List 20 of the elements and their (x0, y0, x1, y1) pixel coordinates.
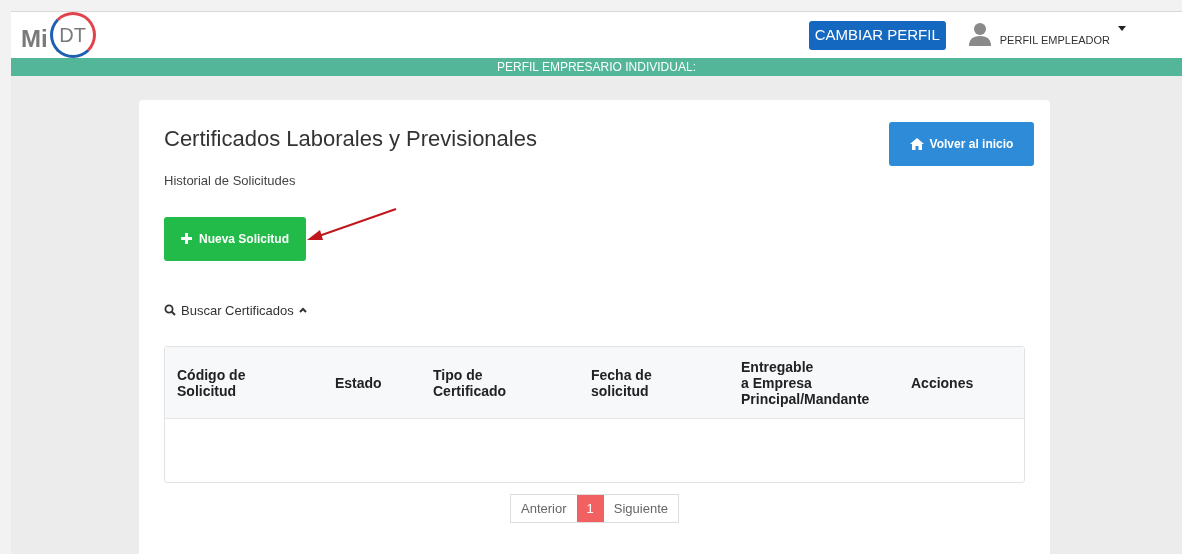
profile-banner: PERFIL EMPRESARIO INDIVIDUAL: (11, 58, 1182, 76)
column-header: Código de Solicitud (177, 366, 247, 399)
page-subtitle: Historial de Solicitudes (164, 172, 297, 190)
column-header: Entregable a Empresa Principal/Mandante (741, 358, 871, 407)
page-title: Certificados Laborales y Previsionales (164, 125, 537, 153)
home-icon (909, 138, 924, 150)
plus-icon (181, 233, 192, 244)
caret-icon (1118, 25, 1126, 31)
change-profile-button[interactable]: CAMBIAR PERFIL (808, 20, 946, 50)
column-header: Estado (335, 374, 383, 391)
column-header: Tipo de Certificado (433, 366, 508, 399)
logo-text: Mi (21, 24, 48, 54)
user-icon (967, 21, 992, 46)
pagination-button[interactable]: 1 (576, 495, 604, 522)
user-menu[interactable]: PERFIL EMPLEADOR (967, 21, 1126, 49)
search-toggle[interactable]: Buscar Certificados (164, 300, 307, 320)
search-icon (164, 304, 176, 317)
home-button[interactable]: Volver al inicio (889, 122, 1034, 166)
column-header: Fecha de solicitud (591, 366, 653, 399)
column-header: Acciones (911, 374, 975, 391)
